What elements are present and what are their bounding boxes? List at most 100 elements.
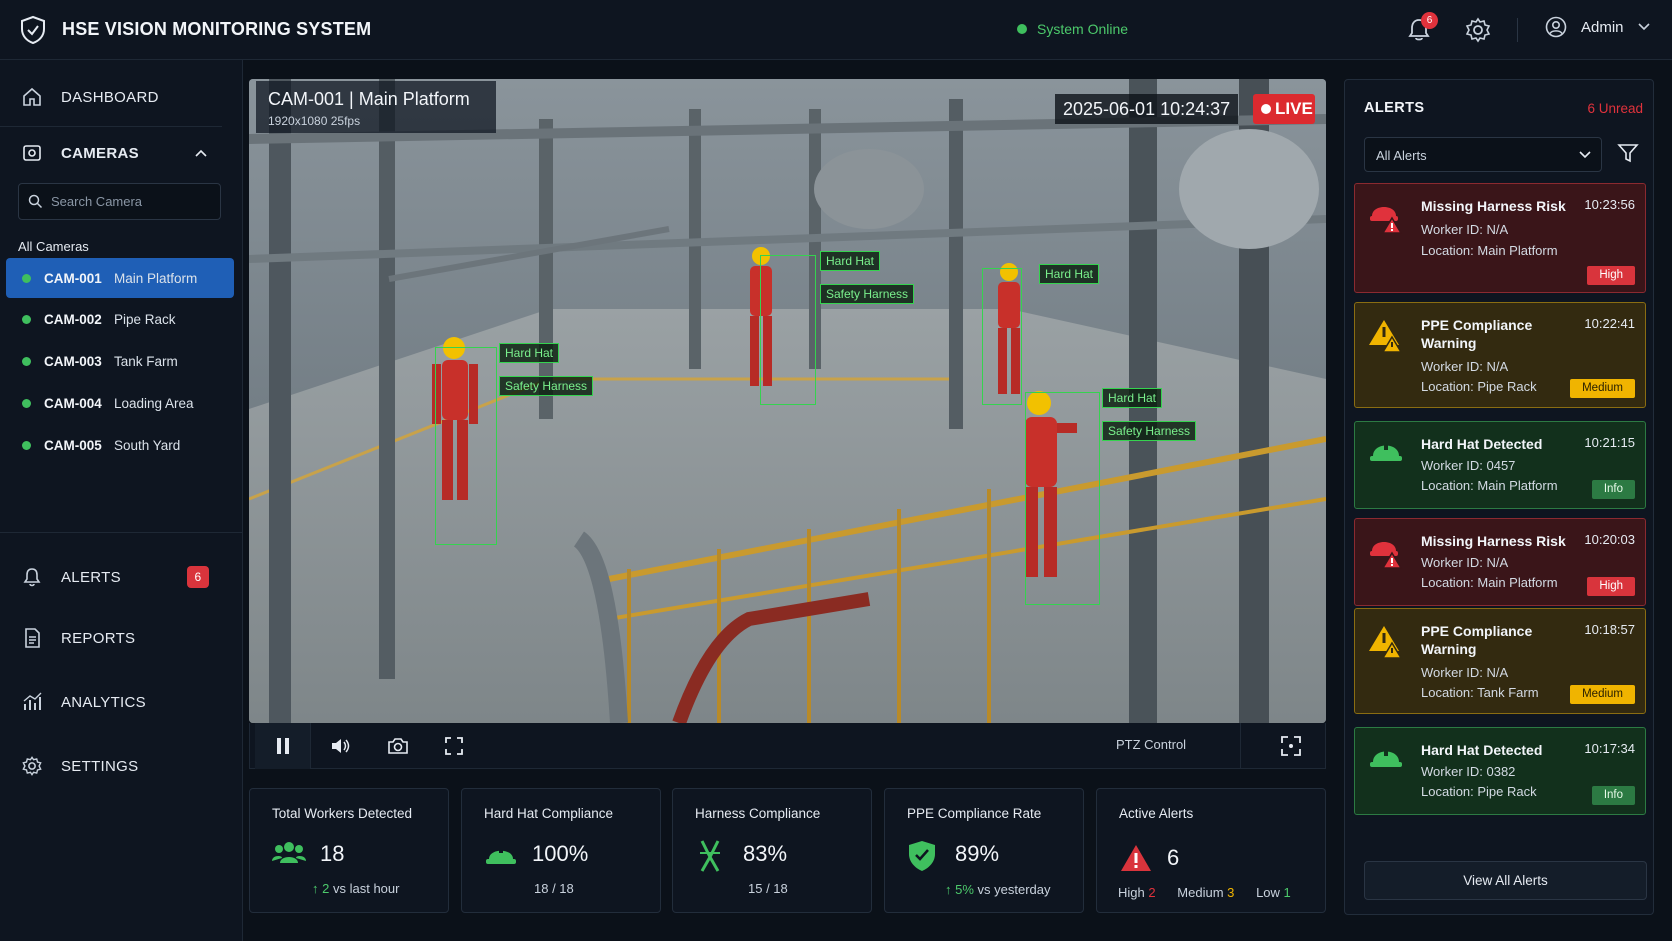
camera-id: CAM-004 — [44, 395, 102, 411]
alert-worker: Worker ID: N/A — [1421, 359, 1509, 374]
alert-title: Hard Hat Detected — [1421, 742, 1543, 758]
nav-alerts[interactable]: ALERTS 6 — [0, 552, 243, 602]
camera-id: CAM-002 — [44, 311, 102, 327]
nav-dashboard[interactable]: DASHBOARD — [0, 72, 243, 122]
nav-settings[interactable]: SETTINGS — [0, 741, 243, 791]
stat-title: Harness Compliance — [695, 806, 821, 821]
severity-badge: High — [1587, 266, 1635, 285]
alert-card[interactable]: Missing Harness Risk 10:23:56 Worker ID:… — [1354, 183, 1646, 293]
camera-item-cam-002[interactable]: CAM-002 Pipe Rack — [6, 299, 234, 339]
alerts-panel-title: ALERTS — [1364, 100, 1425, 116]
alert-location: Location: Pipe Rack — [1421, 379, 1537, 394]
camera-feed[interactable]: Hard Hat Safety Harness Hard Hat Safety … — [249, 79, 1326, 723]
ptz-focus-button[interactable] — [1263, 723, 1319, 769]
online-dot-icon — [22, 314, 31, 324]
detection-box — [1025, 392, 1100, 605]
stat-delta-text: vs last hour — [332, 881, 400, 896]
hard-hat-tag: Hard Hat — [1102, 388, 1163, 408]
stat-delta-text: vs yesterday — [977, 882, 1051, 897]
hard-hat-warning-icon — [1369, 320, 1403, 353]
alert-card[interactable]: Hard Hat Detected 10:17:34 Worker ID: 03… — [1354, 727, 1646, 815]
shield-check-icon — [909, 841, 935, 871]
stat-value: 6 — [1167, 845, 1180, 870]
camera-name: South Yard — [114, 437, 181, 453]
stat-card-active-alerts: Active Alerts 6 High 2 Medium 3 Low 1 — [1096, 788, 1326, 913]
alert-card[interactable]: Missing Harness Risk 10:20:03 Worker ID:… — [1354, 518, 1646, 606]
nav-reports[interactable]: REPORTS — [0, 613, 243, 663]
alert-breakdown: High 2 Medium 3 Low 1 — [1118, 885, 1291, 900]
view-all-alerts-button[interactable]: View All Alerts — [1364, 861, 1647, 900]
search-input[interactable] — [51, 184, 216, 219]
alert-card[interactable]: PPE Compliance Warning 10:18:57 Worker I… — [1354, 608, 1646, 714]
stat-title: Active Alerts — [1119, 806, 1194, 821]
camera-item-cam-001[interactable]: CAM-001 Main Platform — [6, 258, 234, 298]
camera-icon — [23, 145, 41, 161]
camera-title: CAM-001 | Main Platform — [268, 89, 470, 109]
camera-id: CAM-005 — [44, 437, 102, 453]
alert-card[interactable]: PPE Compliance Warning 10:22:41 Worker I… — [1354, 302, 1646, 408]
severity-badge: Medium — [1570, 685, 1635, 704]
gear-icon — [22, 756, 42, 776]
nav-settings-label: SETTINGS — [61, 757, 139, 775]
stat-value: 89% — [955, 841, 1000, 866]
nav-alerts-label: ALERTS — [61, 568, 121, 586]
detection-box — [435, 347, 497, 545]
alerts-panel: ALERTS 6 Unread All Alerts Missing Harne… — [1344, 79, 1654, 915]
fullscreen-button[interactable] — [426, 723, 482, 769]
hard-hat-warning-icon — [1369, 626, 1403, 659]
unread-count[interactable]: 6 Unread — [1587, 101, 1643, 116]
alert-time: 10:20:03 — [1584, 532, 1635, 547]
detection-box — [982, 268, 1022, 405]
all-cameras-label[interactable]: All Cameras — [18, 239, 89, 254]
camera-item-cam-003[interactable]: CAM-003 Tank Farm — [6, 341, 234, 381]
camera-name: Loading Area — [114, 395, 194, 411]
expand-icon — [445, 737, 463, 755]
timestamp: 2025-06-01 10:24:37 — [1055, 94, 1239, 124]
online-dot-icon — [22, 356, 31, 366]
filter-icon[interactable] — [1617, 143, 1639, 163]
low-count: 1 — [1283, 885, 1291, 900]
volume-icon — [332, 739, 350, 753]
camera-item-cam-004[interactable]: CAM-004 Loading Area — [6, 383, 234, 423]
status-dot-icon — [1017, 24, 1027, 34]
alert-location: Location: Pipe Rack — [1421, 784, 1537, 799]
alert-filter-select[interactable]: All Alerts — [1364, 137, 1602, 172]
volume-button[interactable] — [313, 723, 369, 769]
nav-cameras[interactable]: CAMERAS — [0, 128, 243, 178]
online-dot-icon — [22, 398, 31, 408]
alert-location: Location: Main Platform — [1421, 478, 1558, 493]
gear-icon[interactable] — [1464, 16, 1492, 44]
alert-title: PPE Compliance Warning — [1421, 317, 1533, 351]
alert-card[interactable]: Hard Hat Detected 10:21:15 Worker ID: 04… — [1354, 421, 1646, 509]
hard-hat-icon — [486, 845, 516, 864]
camera-search[interactable] — [18, 183, 221, 220]
hard-hat-warning-icon — [1370, 207, 1403, 234]
stat-delta: ↑ 5% vs yesterday — [945, 882, 1051, 897]
harness-icon — [700, 840, 720, 872]
chevron-up-icon[interactable] — [195, 149, 207, 157]
shield-logo-icon — [21, 15, 45, 45]
snapshot-button[interactable] — [370, 723, 426, 769]
alert-filter-value: All Alerts — [1376, 148, 1427, 163]
alert-worker: Worker ID: N/A — [1421, 665, 1509, 680]
alert-time: 10:17:34 — [1584, 741, 1635, 756]
stat-ratio: 15 / 18 — [748, 881, 788, 896]
alert-location: Location: Main Platform — [1421, 243, 1558, 258]
stat-delta-value: 2 — [322, 881, 330, 896]
alert-worker: Worker ID: N/A — [1421, 555, 1509, 570]
hard-hat-icon — [1370, 747, 1402, 767]
pause-button[interactable] — [255, 723, 311, 769]
alert-location: Location: Tank Farm — [1421, 685, 1539, 700]
nav-analytics[interactable]: ANALYTICS — [0, 677, 243, 727]
camera-id: CAM-003 — [44, 353, 102, 369]
arrow-up-icon: ↑ — [945, 882, 956, 897]
severity-badge: Medium — [1570, 379, 1635, 398]
stat-title: Hard Hat Compliance — [484, 806, 614, 821]
safety-harness-tag: Safety Harness — [1102, 421, 1197, 441]
camera-item-cam-005[interactable]: CAM-005 South Yard — [6, 425, 234, 465]
user-menu[interactable]: Admin — [1545, 16, 1650, 38]
stat-title: Total Workers Detected — [272, 806, 413, 821]
alert-worker: Worker ID: N/A — [1421, 222, 1509, 237]
ptz-control-label[interactable]: PTZ Control — [1116, 737, 1186, 752]
camera-name: Tank Farm — [114, 353, 178, 369]
